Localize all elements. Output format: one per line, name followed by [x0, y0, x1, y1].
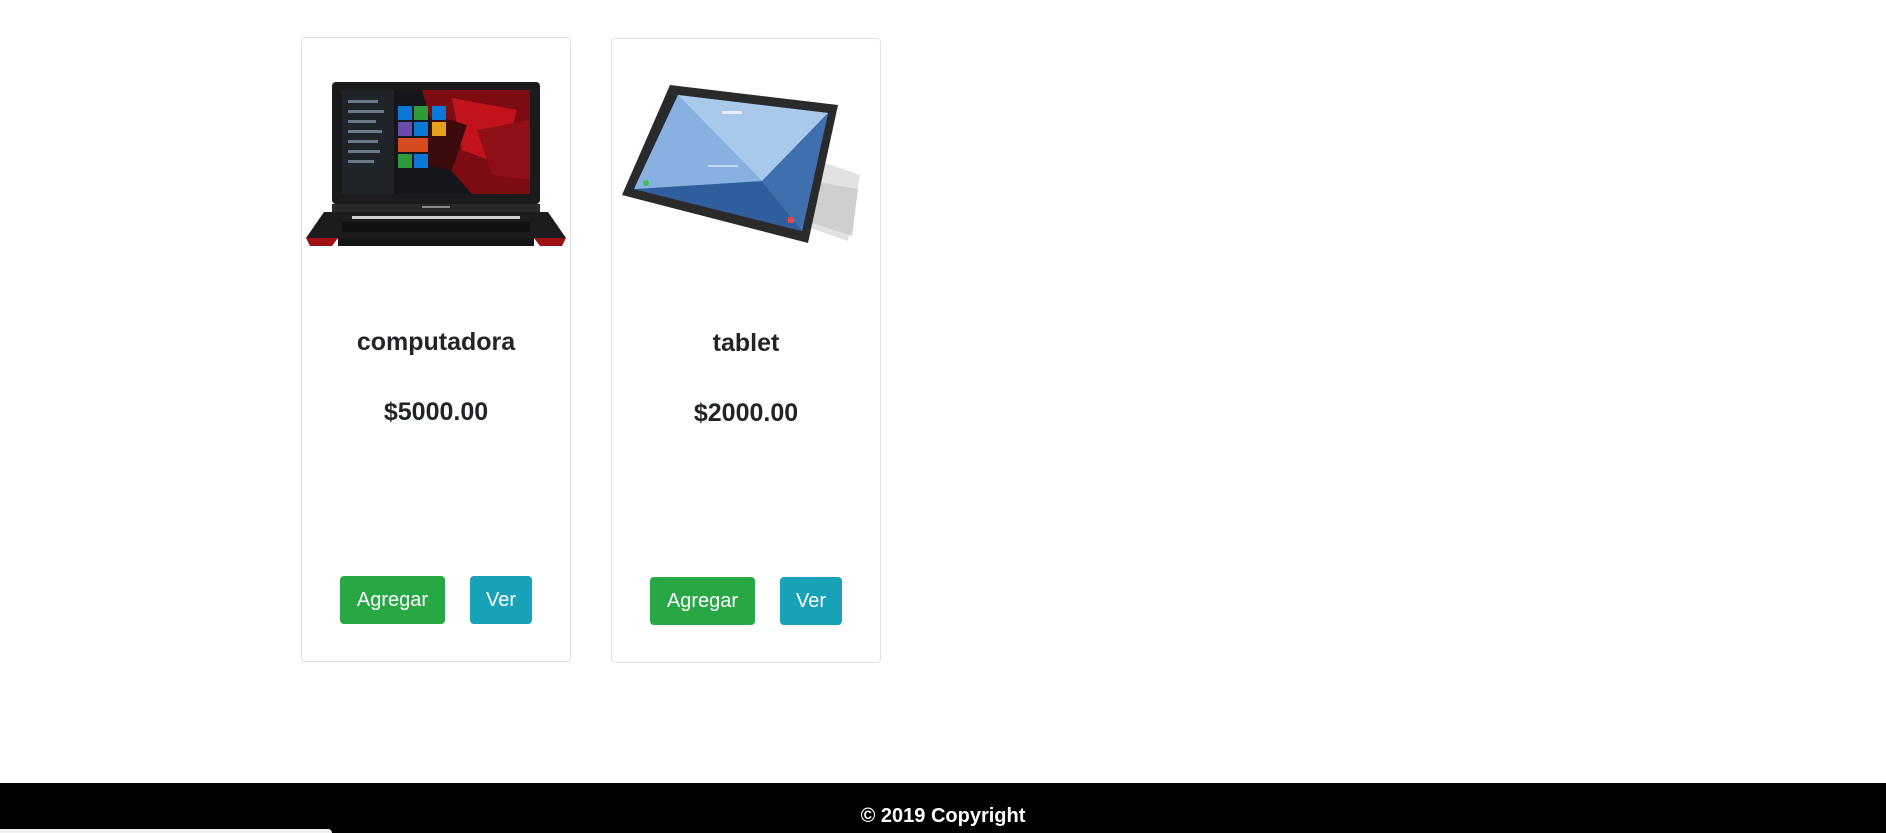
tablet-image [612, 66, 880, 256]
add-to-cart-button[interactable]: Agregar [340, 576, 445, 624]
product-name: computadora [356, 328, 516, 356]
copyright-text: © 2019 Copyright [860, 805, 1026, 827]
view-product-button[interactable]: Ver [780, 577, 842, 625]
product-price: $2000.00 [693, 399, 799, 427]
product-card: computadora $5000.00 Agregar Ver [301, 37, 571, 662]
footer: © 2019 Copyright [0, 783, 1886, 833]
view-product-button[interactable]: Ver [470, 576, 532, 624]
product-price: $5000.00 [383, 398, 489, 426]
product-name: tablet [712, 329, 780, 357]
page: computadora $5000.00 Agregar Ver tablet … [0, 0, 1886, 833]
horizontal-scrollbar[interactable] [0, 829, 332, 833]
add-to-cart-button[interactable]: Agregar [650, 577, 755, 625]
laptop-image [302, 65, 570, 255]
product-card: tablet $2000.00 Agregar Ver [611, 38, 881, 663]
